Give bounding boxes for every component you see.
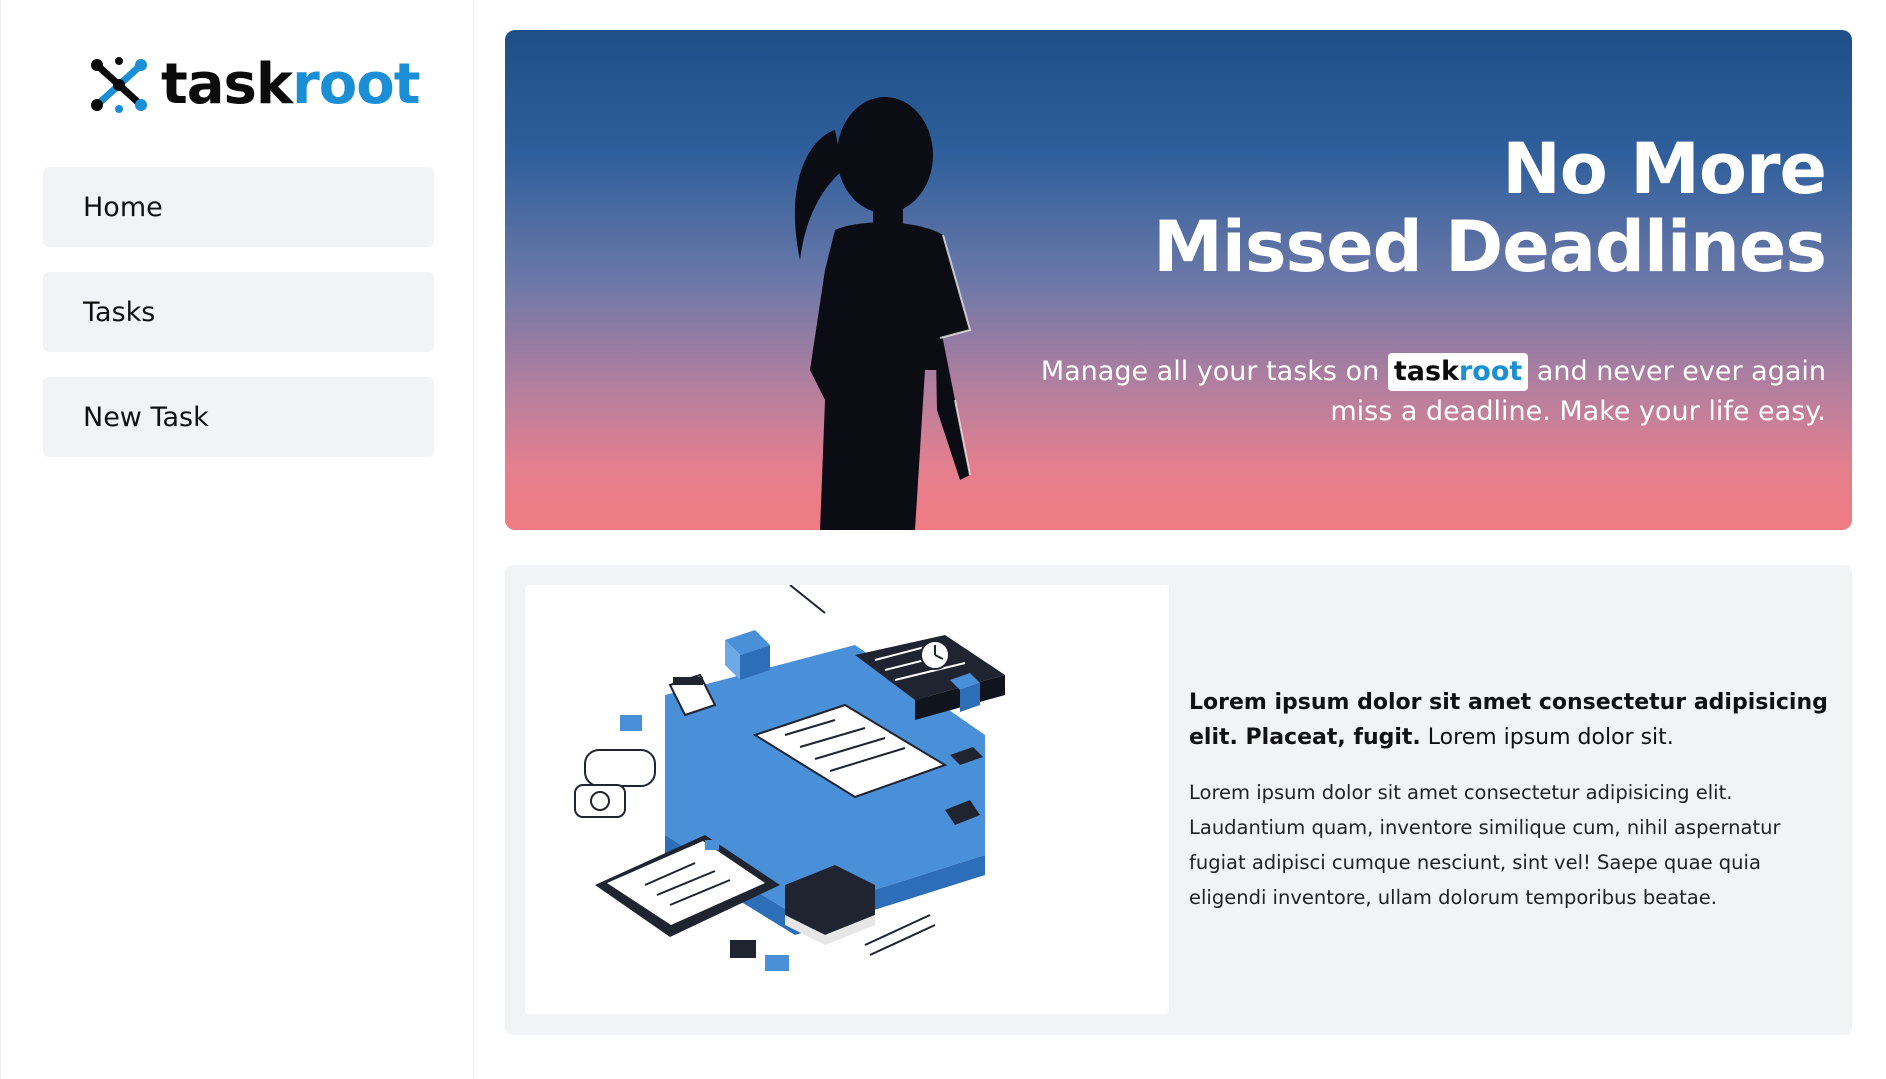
hero-title-line1: No More: [1502, 128, 1827, 210]
sidebar-item-home[interactable]: Home: [43, 167, 434, 247]
feature-text: Lorem ipsum dolor sit amet consectetur a…: [1189, 685, 1829, 915]
task-management-illustration-icon: [574, 585, 1005, 971]
feature-lead: Lorem ipsum dolor sit amet consectetur a…: [1189, 685, 1829, 755]
logo-text-part2: root: [292, 52, 420, 117]
sidebar-item-label: Home: [83, 191, 163, 223]
girl-silhouette-icon: [794, 97, 972, 530]
sidebar: taskroot Home Tasks New Task: [0, 0, 474, 1079]
hero-subtitle: Manage all your tasks on taskroot and ne…: [1006, 352, 1826, 432]
taskroot-logo-icon: [91, 57, 147, 113]
brand-chip-part2: root: [1458, 356, 1523, 387]
feature-card: Lorem ipsum dolor sit amet consectetur a…: [505, 565, 1852, 1035]
brand-chip-part1: task: [1393, 356, 1459, 387]
logo[interactable]: taskroot: [89, 50, 420, 120]
feature-body: Lorem ipsum dolor sit amet consectetur a…: [1189, 781, 1781, 909]
sidebar-item-tasks[interactable]: Tasks: [43, 272, 434, 352]
sidebar-nav: Home Tasks New Task: [43, 167, 434, 482]
sidebar-item-label: New Task: [83, 401, 209, 433]
hero-title: No More Missed Deadlines: [1153, 128, 1827, 288]
feature-image: [525, 585, 1169, 1014]
sidebar-item-label: Tasks: [83, 296, 156, 328]
hero-banner: No More Missed Deadlines Manage all your…: [505, 30, 1852, 530]
logo-text-part1: task: [161, 52, 293, 117]
app: taskroot Home Tasks New Task No More Mis…: [0, 0, 1886, 1079]
hero-subtitle-before: Manage all your tasks on: [1040, 356, 1380, 387]
feature-lead-rest: Lorem ipsum dolor sit.: [1427, 725, 1674, 750]
brand-chip: taskroot: [1387, 353, 1529, 391]
hero-title-line2: Missed Deadlines: [1153, 206, 1827, 288]
logo-text: taskroot: [161, 57, 420, 113]
sidebar-item-new-task[interactable]: New Task: [43, 377, 434, 457]
